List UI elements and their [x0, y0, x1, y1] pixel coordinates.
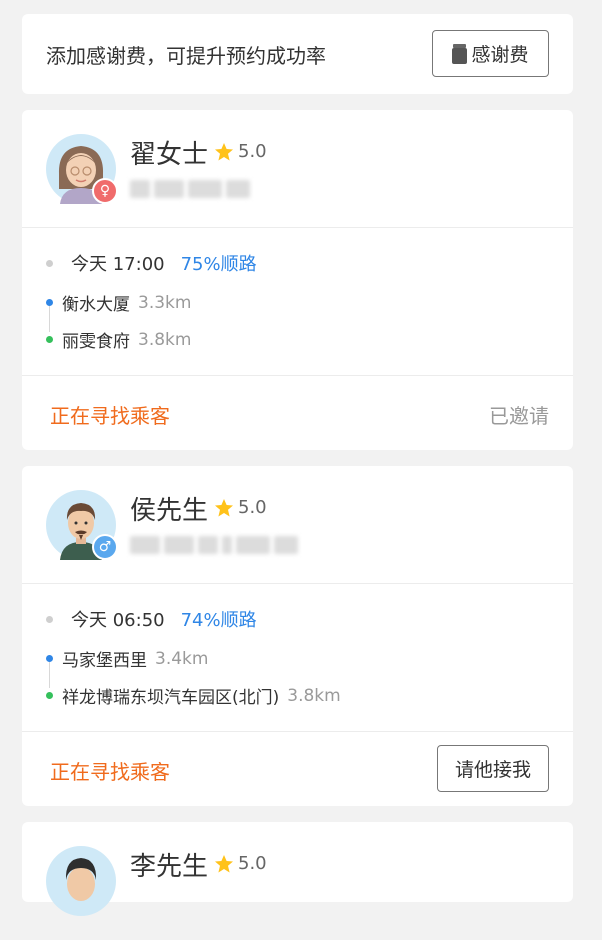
rating: 5.0 — [214, 141, 267, 162]
blurred-info — [130, 536, 298, 556]
start-name: 衡水大厦 — [62, 295, 130, 315]
thanks-fee-tip-card: 添加感谢费，可提升预约成功率 感谢费 — [22, 14, 573, 94]
end-dot — [46, 336, 53, 343]
end-location: 祥龙博瑞东坝汽车园区(北门) 3.8km — [46, 683, 341, 708]
status-text: 正在寻找乘客 — [50, 404, 170, 428]
time-dot — [46, 259, 53, 267]
rider-card[interactable]: 李先生 5.0 — [22, 822, 573, 916]
thanks-fee-label: 感谢费 — [471, 44, 529, 66]
status-text: 正在寻找乘客 — [50, 760, 170, 784]
match-rate: 74%顺路 — [180, 610, 257, 631]
rider-card[interactable]: ♂ 侯先生 5.0 今天 06:50 74%顺路 马家堡西里 3.4km 祥龙博… — [22, 466, 573, 806]
female-icon: ♀ — [92, 178, 118, 204]
time-row: 今天 06:50 74%顺路 — [46, 606, 257, 632]
rating-value: 5.0 — [238, 853, 267, 874]
rating: 5.0 — [214, 853, 267, 874]
rider-card[interactable]: ♀ 翟女士 5.0 今天 17:00 75%顺路 衡水大厦 3.3km 丽雯食府… — [22, 110, 573, 450]
route-info: 今天 17:00 75%顺路 衡水大厦 3.3km 丽雯食府 3.8km — [22, 228, 573, 376]
time-dot — [46, 615, 53, 623]
blurred-info — [130, 180, 250, 200]
start-dot — [46, 655, 53, 662]
rating-value: 5.0 — [238, 497, 267, 518]
end-name: 祥龙博瑞东坝汽车园区(北门) — [62, 688, 280, 708]
male-icon: ♂ — [92, 534, 118, 560]
rider-header: ♀ 翟女士 5.0 — [22, 110, 573, 228]
star-icon — [215, 498, 233, 516]
time-row: 今天 17:00 75%顺路 — [46, 250, 257, 276]
rider-name: 李先生 — [130, 852, 209, 882]
rating: 5.0 — [214, 497, 267, 518]
start-distance: 3.3km — [138, 292, 192, 313]
departure-time: 今天 06:50 — [71, 610, 165, 631]
jar-icon — [452, 43, 468, 64]
thanks-fee-button[interactable]: 感谢费 — [432, 30, 549, 77]
start-distance: 3.4km — [155, 648, 209, 669]
departure-time: 今天 17:00 — [71, 254, 165, 275]
avatar — [46, 846, 116, 916]
start-name: 马家堡西里 — [62, 651, 147, 671]
end-location: 丽雯食府 3.8km — [46, 327, 191, 352]
start-location: 衡水大厦 3.3km — [46, 290, 191, 315]
rider-header: 李先生 5.0 — [22, 822, 573, 940]
end-distance: 3.8km — [287, 685, 341, 706]
star-icon — [215, 854, 233, 872]
rider-name: 翟女士 — [130, 140, 209, 170]
invited-label: 已邀请 — [489, 404, 549, 428]
end-name: 丽雯食府 — [62, 332, 130, 352]
invite-button[interactable]: 请他接我 — [437, 745, 549, 792]
end-distance: 3.8km — [138, 329, 192, 350]
rating-value: 5.0 — [238, 141, 267, 162]
start-dot — [46, 299, 53, 306]
end-dot — [46, 692, 53, 699]
star-icon — [215, 142, 233, 160]
rider-name: 侯先生 — [130, 496, 209, 526]
start-location: 马家堡西里 3.4km — [46, 646, 208, 671]
match-rate: 75%顺路 — [180, 254, 257, 275]
tip-text: 添加感谢费，可提升预约成功率 — [46, 44, 326, 68]
rider-footer: 正在寻找乘客 请他接我 — [22, 732, 573, 806]
route-info: 今天 06:50 74%顺路 马家堡西里 3.4km 祥龙博瑞东坝汽车园区(北门… — [22, 584, 573, 732]
rider-header: ♂ 侯先生 5.0 — [22, 466, 573, 584]
rider-footer: 正在寻找乘客 已邀请 — [22, 376, 573, 450]
